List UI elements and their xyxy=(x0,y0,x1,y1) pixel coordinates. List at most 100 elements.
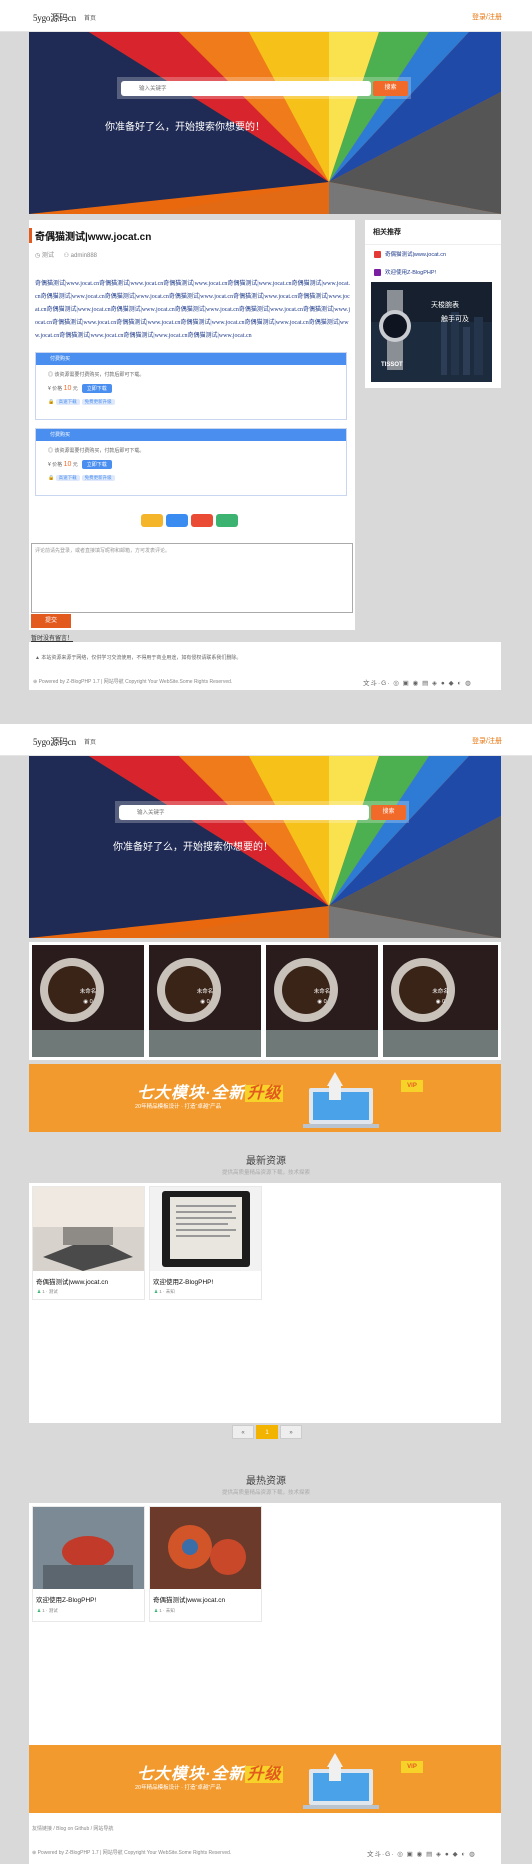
related-sidebar: 相关推荐 奇偶猫测试|www.jocat.cn 欢迎使用Z-BlogPHP! 天… xyxy=(365,220,501,388)
featured-tile[interactable]: 未命名 ◉ 0 xyxy=(149,945,261,1057)
download-desc: ◎ 该资源需要付费购买，付款后即可下载。 xyxy=(48,448,145,454)
top-navbar: 5ygo源码cn 首页 登录/注册 xyxy=(0,0,532,32)
sidebar-item[interactable]: 奇偶猫测试|www.jocat.cn xyxy=(365,245,501,263)
article-title: 奇偶猫测试|www.jocat.cn xyxy=(29,228,151,243)
footer-copyright: ⊕ Powered by Z-BlogPHP 1.7 | 网站导航 Copyri… xyxy=(33,679,233,685)
article-meta: ◷ 测试 ⚇ admin888 xyxy=(35,250,97,259)
rocket-laptop-icon xyxy=(303,1072,379,1128)
coral-photo xyxy=(150,1507,261,1589)
price-value: 10 xyxy=(63,385,72,392)
nav-home[interactable]: 首页 xyxy=(84,737,96,746)
tile-title: 未命名 xyxy=(432,989,449,995)
footer-links[interactable]: 友情链接 / Blog on Github / 网站导航 xyxy=(32,1825,113,1832)
article-card: 奇偶猫测试|www.jocat.cn ◷ 测试 ⚇ admin888 奇偶猫测试… xyxy=(29,220,355,630)
banner-headline: 七大模块·全新 升级 xyxy=(137,1085,284,1102)
article-author[interactable]: admin888 xyxy=(71,253,97,259)
download-desc: ◎ 该资源需要付费购买，付款后即可下载。 xyxy=(48,372,145,378)
footer-social-icons[interactable]: 文斗·G· ◎ ▣ ◉ ▤ ◈ ● ◆ ◐ ◍ xyxy=(367,1848,476,1858)
login-link[interactable]: 登录/注册 xyxy=(472,12,502,22)
price-value: 10 xyxy=(63,461,72,468)
ad-line2: 触手可及 xyxy=(441,316,469,323)
resource-meta: ♟ 1 · 未知 xyxy=(154,1289,175,1294)
hero-slogan: 你准备好了么，开始搜索你想要的！ xyxy=(105,122,265,133)
tile-title: 未命名 xyxy=(79,989,97,995)
featured-tile[interactable]: 未命名 ◉ 0 xyxy=(266,945,378,1057)
resource-meta: ♟ 1 · 测试 xyxy=(37,1289,58,1294)
footer-social-icons[interactable]: 文斗·G· ◎ ▣ ◉ ▤ ◈ ● ◆ ◐ ◍ xyxy=(363,677,472,687)
banner-headline: 七大模块·全新 升级 xyxy=(137,1766,284,1783)
hot-section-subtitle: 提供高质量精品资源下载，技术探索 xyxy=(221,1490,310,1496)
banner-subtitle: 20年精品模板设计 · 打造“卓越”产品 xyxy=(135,1104,222,1110)
ad-brand: TISSOT xyxy=(381,362,403,368)
featured-tile[interactable]: 未命名 ◉ 0 xyxy=(383,945,498,1057)
vip-badge: VIP xyxy=(401,1761,423,1773)
comment-textarea[interactable]: 评论前请先登录，或者直接填写昵称和邮箱，方可发表评论。 xyxy=(31,543,353,613)
resource-title: 欢迎使用Z-BlogPHP! xyxy=(153,1279,214,1286)
download-price-row: ¥ 价格 10 元立即下载 xyxy=(48,384,346,393)
latest-resources-panel: 奇偶猫测试|www.jocat.cn ♟ 1 · 测试 欢迎使用Z-BlogPH… xyxy=(29,1183,501,1423)
share-weixin-icon[interactable] xyxy=(191,514,213,527)
article-body: 奇偶猫测试|www.jocat.cn奇偶猫测试|www.jocat.cn奇偶猫测… xyxy=(35,281,351,339)
download-tags: 🔒 高速下载 免费更新升级 xyxy=(48,475,346,481)
resource-title: 欢迎使用Z-BlogPHP! xyxy=(36,1597,97,1604)
resource-card[interactable]: 欢迎使用Z-BlogPHP! ♟ 1 · 未知 xyxy=(149,1186,262,1300)
ereader-photo xyxy=(150,1187,261,1271)
tile-title: 未命名 xyxy=(196,989,214,995)
footer: 友情链接 / Blog on Github / 网站导航 ⊕ Powered b… xyxy=(29,1813,501,1864)
featured-tile[interactable]: 未命名 ◉ 0 xyxy=(32,945,144,1057)
hero-banner: 搜索 你准备好了么，开始搜索你想要的！ xyxy=(29,756,501,938)
page-button-current[interactable]: 1 xyxy=(256,1425,278,1439)
tile-views: ◉ 0 xyxy=(317,999,327,1005)
watch-ad-image[interactable]: 天梭腕表 触手可及 TISSOT xyxy=(371,282,492,382)
resource-card[interactable]: 欢迎使用Z-BlogPHP! ♟ 1 · 测试 xyxy=(32,1506,145,1622)
rank-badge-icon xyxy=(374,269,381,277)
vip-badge: VIP xyxy=(401,1080,423,1092)
vip-upgrade-banner[interactable]: 七大模块·全新 升级 20年精品模板设计 · 打造“卓越”产品 VIP xyxy=(29,1745,501,1813)
buy-button[interactable]: 立即下载 xyxy=(81,460,112,469)
resource-title: 奇偶猫测试|www.jocat.cn xyxy=(153,1597,226,1604)
resource-meta: ♟ 1 · 未知 xyxy=(154,1608,175,1613)
footer: ▲ 本站资源来源于网络，仅供学习交流使用，不得用于商业用途，如有侵权请联系我们删… xyxy=(29,642,501,690)
next-page-button[interactable]: » xyxy=(280,1425,302,1439)
search-button[interactable]: 搜索 xyxy=(371,805,406,820)
prev-page-button[interactable]: « xyxy=(232,1425,254,1439)
search-input[interactable] xyxy=(121,81,371,96)
share-weibo-icon[interactable] xyxy=(141,514,163,527)
featured-tiles: 未命名 ◉ 0 未命名 ◉ 0 未命名 ◉ 0 未命名 ◉ 0 xyxy=(29,942,501,1060)
vip-upgrade-banner[interactable]: 七大模块·全新 升级 20年精品模板设计 · 打造“卓越”产品 VIP xyxy=(29,1064,501,1132)
buy-button[interactable]: 立即下载 xyxy=(81,384,112,393)
sidebar-item[interactable]: 欢迎使用Z-BlogPHP! xyxy=(365,263,501,281)
login-link[interactable]: 登录/注册 xyxy=(472,736,502,746)
banner-subtitle: 20年精品模板设计 · 打造“卓越”产品 xyxy=(135,1785,222,1791)
resource-card[interactable]: 奇偶猫测试|www.jocat.cn ♟ 1 · 测试 xyxy=(32,1186,145,1300)
site-logo[interactable]: 5ygo源码cn xyxy=(33,11,76,24)
tag-badge: 高速下载 xyxy=(55,399,80,405)
hot-resources-panel: 欢迎使用Z-BlogPHP! ♟ 1 · 测试 奇偶猫测试|www.jocat.… xyxy=(29,1503,501,1745)
share-link-icon[interactable] xyxy=(216,514,238,527)
nav-home[interactable]: 首页 xyxy=(84,13,96,22)
share-buttons xyxy=(141,514,241,529)
article-category[interactable]: 测试 xyxy=(42,253,54,259)
laptop-photo xyxy=(33,1187,144,1271)
footer-copyright: ⊕ Powered by Z-BlogPHP 1.7 | 网站导航 Copyri… xyxy=(32,1850,232,1856)
search-bar: 搜索 xyxy=(117,77,411,99)
latest-section-title: 最新资源 xyxy=(246,1156,286,1167)
rank-badge-icon xyxy=(374,251,381,259)
search-bar: 搜索 xyxy=(115,801,409,823)
clock-icon: ◷ xyxy=(35,253,42,259)
comment-submit-button[interactable]: 提交 xyxy=(31,614,71,628)
search-button[interactable]: 搜索 xyxy=(373,81,408,96)
search-input[interactable] xyxy=(119,805,369,820)
download-box-header: 付费购买 xyxy=(36,353,346,365)
crab-photo xyxy=(33,1507,144,1589)
pagination: «1» xyxy=(232,1425,304,1439)
ad-line1: 天梭腕表 xyxy=(431,302,459,309)
resource-card[interactable]: 奇偶猫测试|www.jocat.cn ♟ 1 · 未知 xyxy=(149,1506,262,1622)
tile-views: ◉ 0 xyxy=(200,999,210,1005)
hero-background xyxy=(29,32,501,214)
share-qq-icon[interactable] xyxy=(166,514,188,527)
site-logo[interactable]: 5ygo源码cn xyxy=(33,735,76,748)
hero-slogan: 你准备好了么，开始搜索你想要的！ xyxy=(113,842,273,853)
rocket-laptop-icon xyxy=(303,1753,379,1809)
lock-icon: 🔒 xyxy=(48,399,56,405)
